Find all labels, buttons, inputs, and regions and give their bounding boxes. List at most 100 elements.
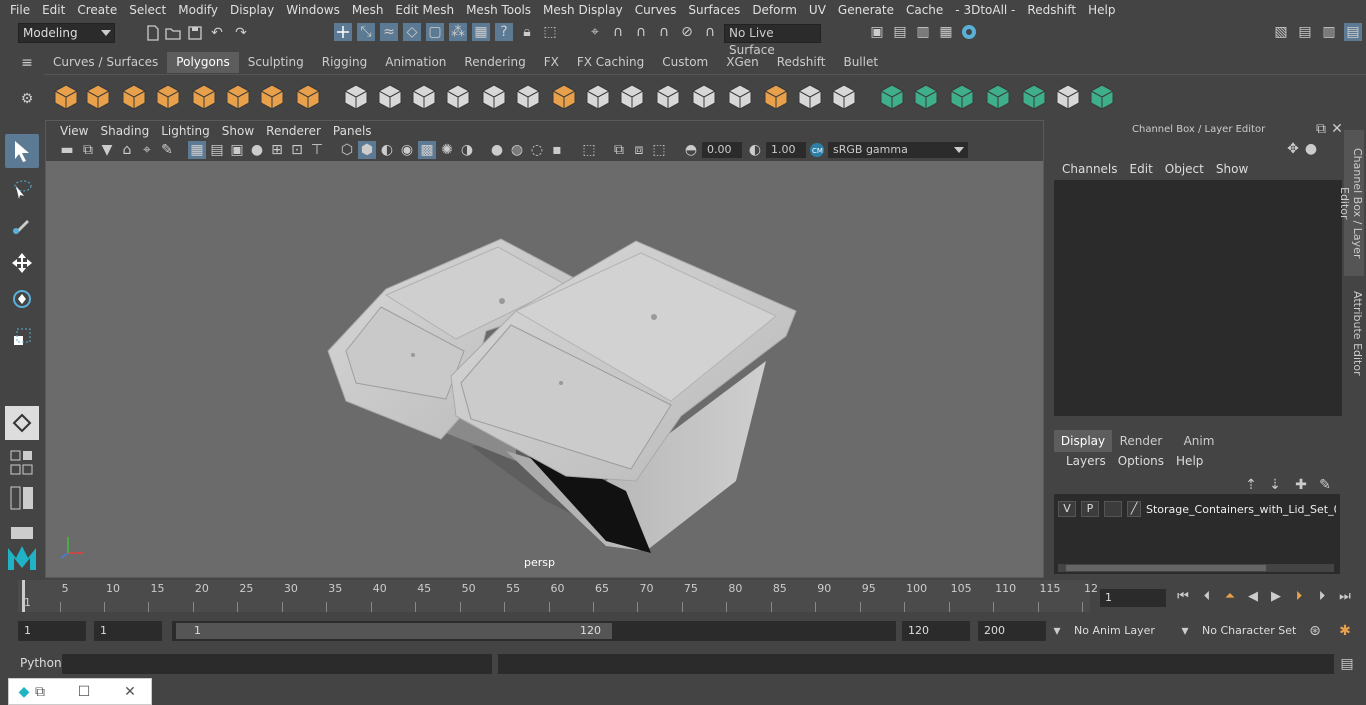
select-vertex-icon[interactable]: ◇ — [403, 23, 421, 41]
menu--3dtoall-[interactable]: - 3DtoAll - — [949, 3, 1021, 17]
exposure-icon[interactable]: ◓ — [682, 141, 700, 159]
range-slider-track[interactable]: 1 120 — [172, 621, 896, 641]
multi-cut-icon[interactable] — [584, 83, 612, 111]
menu-windows[interactable]: Windows — [280, 3, 346, 17]
poly-torus-icon[interactable] — [224, 83, 252, 111]
menu-cache[interactable]: Cache — [900, 3, 949, 17]
channel-box-menu-channels[interactable]: Channels — [1056, 162, 1124, 176]
shelf-settings-icon[interactable]: ⚙ — [18, 90, 36, 108]
script-language-label[interactable]: Python — [20, 656, 62, 670]
play-forward-icon[interactable]: ▶ — [1267, 588, 1285, 606]
animation-start-field[interactable]: 1 — [18, 621, 86, 641]
uv-editor-icon[interactable] — [762, 83, 790, 111]
live-surface-field[interactable]: No Live Surface — [724, 24, 821, 57]
select-by-object-icon[interactable]: ⤡ — [357, 23, 375, 41]
gamma-icon[interactable]: ◐ — [746, 141, 764, 159]
layer-menu-help[interactable]: Help — [1170, 454, 1209, 468]
quad-draw-icon[interactable] — [726, 83, 754, 111]
current-time-indicator[interactable] — [22, 580, 25, 612]
camera-select-icon[interactable]: ▬ — [58, 141, 76, 159]
layer-playback-toggle[interactable]: P — [1081, 501, 1099, 517]
scale-tool-icon[interactable] — [5, 320, 39, 354]
layer-menu-layers[interactable]: Layers — [1060, 454, 1112, 468]
grease-pencil-icon[interactable]: ✎ — [158, 141, 176, 159]
script-editor-icon[interactable]: ▤ — [1338, 655, 1356, 673]
shelf-tab-redshift[interactable]: Redshift — [768, 52, 835, 73]
side-tab-channel-box[interactable]: Channel Box / Layer Editor — [1338, 130, 1364, 276]
checker-map-icon[interactable] — [1054, 83, 1082, 111]
viewport-menu-view[interactable]: View — [54, 124, 94, 138]
camera-attributes-icon[interactable]: ⧉ — [79, 141, 97, 159]
safe-action-icon[interactable]: ⊡ — [288, 141, 306, 159]
shelf-menu-icon[interactable]: ≡ — [18, 54, 36, 72]
automatic-map-icon[interactable] — [830, 83, 858, 111]
workspace-icon[interactable]: ▧ — [1272, 23, 1290, 41]
open-scene-icon[interactable] — [164, 24, 182, 42]
shelf-tab-polygons[interactable]: Polygons — [167, 52, 239, 73]
poly-plane-icon[interactable] — [190, 83, 218, 111]
grid-toggle-icon[interactable]: ▦ — [188, 141, 206, 159]
ambient-occlusion-icon[interactable]: ● — [488, 141, 506, 159]
menu-generate[interactable]: Generate — [832, 3, 900, 17]
layer-visibility-toggle[interactable]: V — [1058, 501, 1076, 517]
layout-uv-icon[interactable] — [1020, 83, 1048, 111]
layer-scrollbar[interactable] — [1058, 564, 1334, 572]
make-live-icon[interactable]: ∩ — [701, 23, 719, 41]
render-sequence-icon[interactable]: ▤ — [891, 23, 909, 41]
shelf-tab-fx[interactable]: FX — [535, 52, 568, 73]
2d-pan-zoom-icon[interactable]: ⌖ — [138, 141, 156, 159]
command-input[interactable] — [62, 654, 492, 674]
gamma-field[interactable]: 1.00 — [766, 142, 806, 158]
new-layer-selected-icon[interactable]: ✎ — [1316, 476, 1334, 494]
select-by-component-icon[interactable]: ≈ — [380, 23, 398, 41]
layer-name[interactable]: Storage_Containers_with_Lid_Set_001 — [1146, 503, 1336, 516]
menu-edit[interactable]: Edit — [36, 3, 71, 17]
render-current-icon[interactable]: ▣ — [868, 23, 886, 41]
chevron-down-icon[interactable]: ▾ — [1048, 622, 1066, 640]
help-icon[interactable]: ? — [495, 23, 513, 41]
layer-row[interactable]: V P ╱ Storage_Containers_with_Lid_Set_00… — [1058, 500, 1338, 518]
shelf-tab-fx-caching[interactable]: FX Caching — [568, 52, 653, 73]
shelf-tab-sculpting[interactable]: Sculpting — [239, 52, 313, 73]
layer-tab-anim[interactable]: Anim — [1170, 430, 1228, 452]
ipr-render-icon[interactable]: ▥ — [914, 23, 932, 41]
time-ruler[interactable]: 1 5 10 15 20 25 30 35 40 45 50 55 60 65 70 75 80 85 90 95 1… — [18, 580, 1098, 612]
step-back-key-icon[interactable]: ⏶ — [1221, 588, 1239, 606]
highlight-select-icon[interactable]: ⬚ — [541, 23, 559, 41]
layout-two-view-icon[interactable] — [5, 482, 39, 516]
menu-edit-mesh[interactable]: Edit Mesh — [389, 3, 460, 17]
mirror-icon[interactable] — [410, 83, 438, 111]
menu-deform[interactable]: Deform — [746, 3, 803, 17]
motion-blur-icon[interactable]: ◍ — [508, 141, 526, 159]
lock-icon[interactable]: 🔒︎ — [518, 23, 536, 41]
character-set-select[interactable]: No Character Set — [1196, 621, 1300, 641]
render-settings-icon[interactable]: ▦ — [937, 23, 955, 41]
select-face-icon[interactable]: ⁂ — [449, 23, 467, 41]
move-tool-icon[interactable] — [5, 246, 39, 280]
shelf-tab-bullet[interactable]: Bullet — [834, 52, 887, 73]
field-chart-icon[interactable]: ⊞ — [268, 141, 286, 159]
go-to-end-icon[interactable]: ⏭ — [1336, 588, 1354, 606]
wireframe-icon[interactable]: ⬡ — [338, 141, 356, 159]
select-by-hierarchy-icon[interactable] — [334, 23, 352, 41]
menu-surfaces[interactable]: Surfaces — [682, 3, 746, 17]
gate-mask-icon[interactable]: ● — [248, 141, 266, 159]
offset-edge-icon[interactable] — [690, 83, 718, 111]
poly-pipe-icon[interactable] — [294, 83, 322, 111]
close-icon[interactable]: ✕ — [121, 683, 139, 701]
layer-tab-render[interactable]: Render — [1112, 430, 1170, 452]
snap-grid-icon[interactable]: ⌖ — [586, 23, 604, 41]
smooth-icon[interactable] — [444, 83, 472, 111]
playback-start-field[interactable]: 1 — [94, 621, 162, 641]
textured-icon[interactable]: ◉ — [398, 141, 416, 159]
depth-of-field-icon[interactable]: ▪ — [548, 141, 566, 159]
new-scene-icon[interactable] — [144, 24, 162, 42]
step-back-icon[interactable]: ⏴ — [1198, 588, 1216, 606]
menu-help[interactable]: Help — [1082, 3, 1121, 17]
side-tab-attribute-editor[interactable]: Attribute Editor — [1344, 288, 1364, 378]
viewport-menu-shading[interactable]: Shading — [94, 124, 155, 138]
menu-display[interactable]: Display — [224, 3, 280, 17]
paint-select-tool-icon[interactable] — [5, 208, 39, 242]
isolate-select-icon[interactable]: ⬚ — [580, 141, 598, 159]
mode-selector[interactable]: Modeling — [18, 23, 115, 43]
